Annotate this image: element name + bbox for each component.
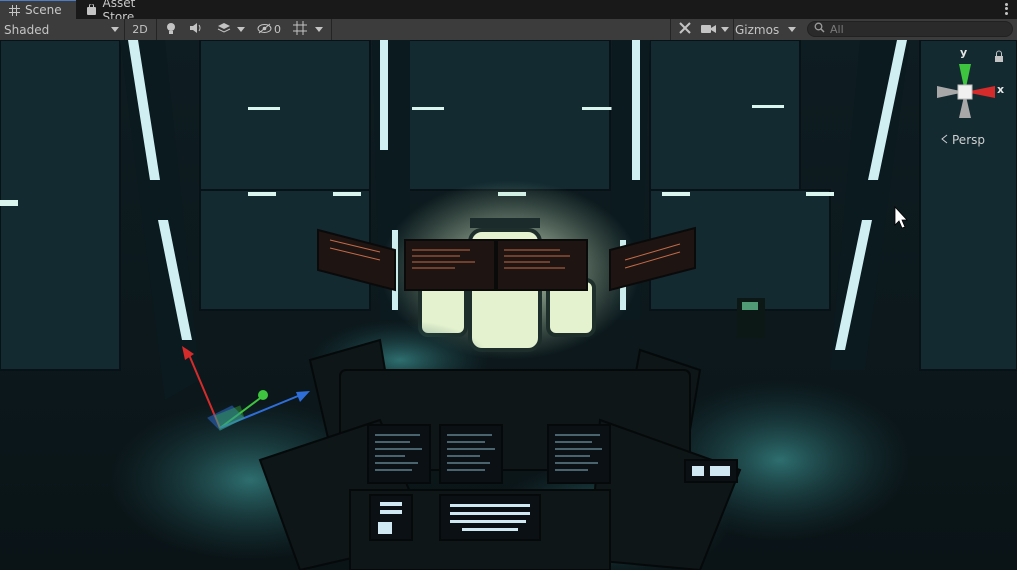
grid-snap-dropdown[interactable] [288,19,328,40]
chevron-down-icon [111,27,119,32]
gizmos-button[interactable]: Gizmos [735,19,781,40]
projection-label: Persp [952,133,985,147]
layers-icon [217,22,231,37]
light-bulb-icon [165,22,177,38]
camera-dropdown[interactable] [698,19,732,40]
tab-asset-store[interactable]: Asset Store [78,0,176,24]
chevron-down-icon [788,27,796,32]
tab-bar: Scene Asset Store [0,0,1017,24]
wrench-cross-icon [678,21,692,38]
chevron-left-icon [941,133,948,147]
tools-button[interactable] [674,19,696,40]
axis-label-x: x [997,83,1005,96]
axis-label-y: y [960,46,968,59]
projection-toggle[interactable]: Persp [941,133,985,147]
hidden-objects-toggle[interactable]: 0 [254,19,284,40]
chevron-down-icon [237,27,245,32]
search-placeholder: All [830,22,844,36]
hidden-count: 0 [274,23,281,36]
tab-scene-label: Scene [25,3,62,17]
shopping-bag-icon [86,4,98,16]
grid-snap-icon [293,21,307,38]
scene-viewport[interactable]: y x Persp [0,40,1017,570]
shading-mode-dropdown[interactable]: Shaded [0,19,123,40]
gizmos-dropdown[interactable] [783,19,801,40]
camera-icon [701,23,716,37]
scene-render [0,40,1017,570]
chevron-down-icon [721,27,729,32]
effects-dropdown[interactable] [211,19,251,40]
lighting-toggle[interactable] [160,19,182,40]
chevron-down-icon [315,27,323,32]
scene-toolbar: Shaded 2D 0 Gizmos All [0,19,1017,41]
search-icon [814,22,825,36]
eye-slash-icon [257,23,272,37]
toggle-2d-label: 2D [132,23,148,36]
tab-scene[interactable]: Scene [0,0,76,19]
grid-icon [8,4,20,16]
more-options-icon[interactable] [1003,2,1009,16]
audio-toggle[interactable] [185,19,207,40]
speaker-icon [189,22,203,37]
gizmos-label: Gizmos [735,22,780,37]
search-field[interactable]: All [807,21,1013,37]
shading-mode-label: Shaded [4,22,50,37]
toggle-2d-button[interactable]: 2D [127,19,153,40]
